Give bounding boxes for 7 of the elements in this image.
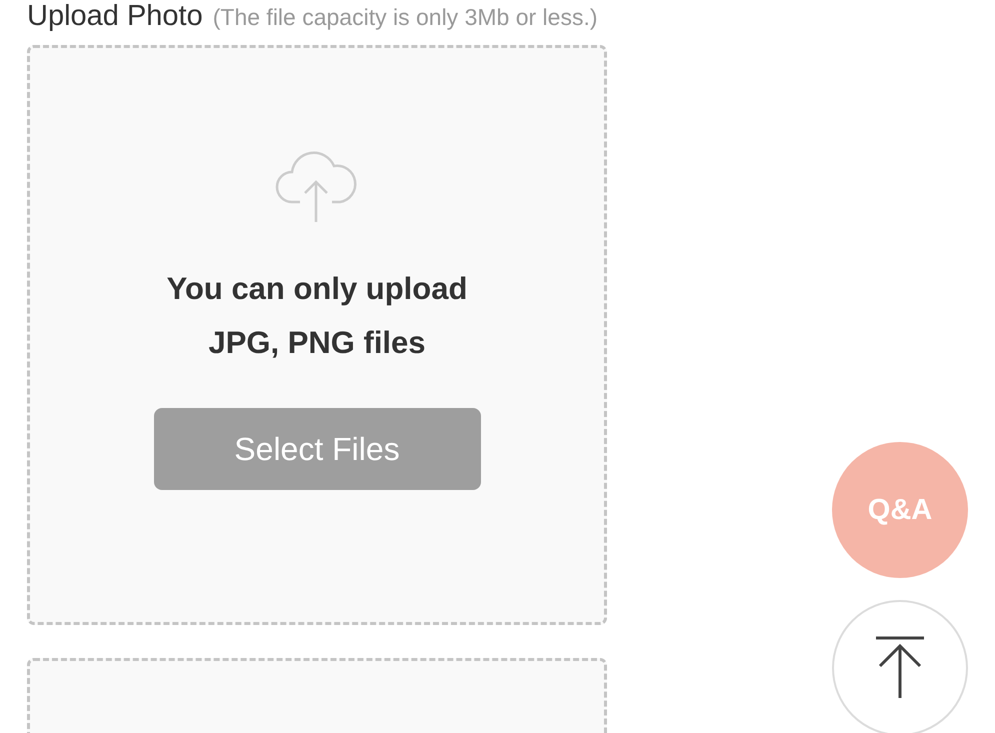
- select-files-button[interactable]: Select Files: [154, 408, 480, 490]
- upload-dropzone[interactable]: You can only upload JPG, PNG files Select Files: [27, 45, 607, 625]
- qa-button[interactable]: Q&A: [832, 442, 968, 578]
- section-title: Upload Photo: [27, 0, 203, 32]
- file-size-hint: (The file capacity is only 3Mb or less.): [212, 4, 598, 31]
- file-type-message: You can only upload JPG, PNG files: [166, 270, 468, 362]
- arrow-to-top-icon: [874, 636, 926, 700]
